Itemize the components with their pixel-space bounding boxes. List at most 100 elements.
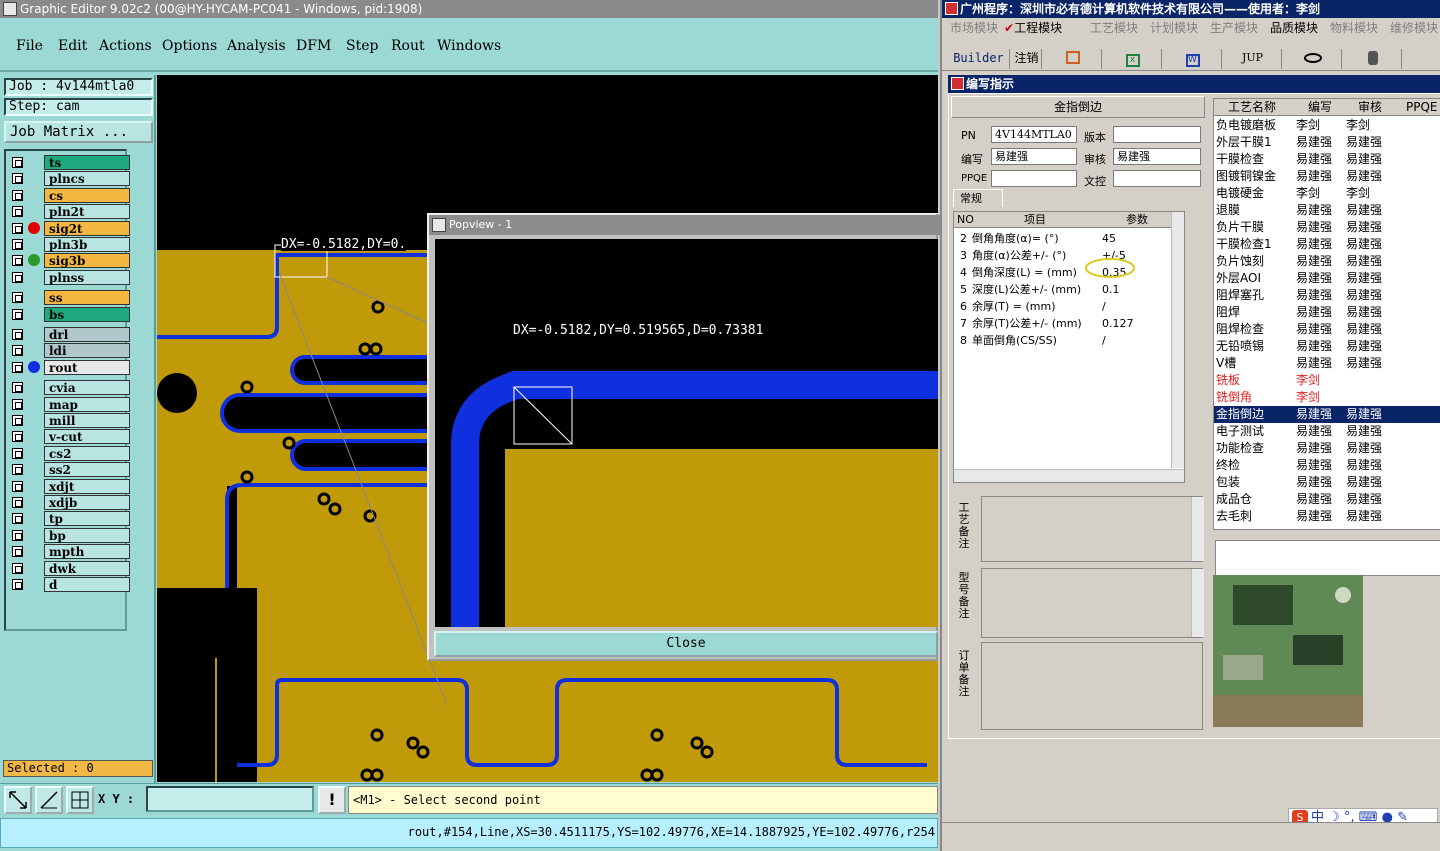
layer-checkbox[interactable] <box>12 562 23 574</box>
layer-name[interactable]: mpth <box>44 544 130 560</box>
layer-row-bs[interactable]: bs <box>10 306 130 322</box>
layer-row-plncs[interactable]: plncs <box>10 171 130 187</box>
layer-name[interactable]: dwk <box>44 560 130 576</box>
layer-checkbox[interactable] <box>12 464 23 476</box>
layer-row-xdjt[interactable]: xdjt <box>10 478 130 494</box>
excel-icon[interactable]: x <box>1104 49 1162 69</box>
ppt-icon[interactable] <box>1044 49 1102 69</box>
layer-checkbox[interactable] <box>12 271 23 283</box>
layer-name[interactable]: cs2 <box>44 445 130 461</box>
process-row[interactable]: 成品仓 易建强 易建强 <box>1214 491 1440 508</box>
layer-checkbox[interactable] <box>12 447 23 459</box>
zoom-fit-icon[interactable] <box>4 786 32 814</box>
menu-edit[interactable]: Edit <box>58 38 87 54</box>
layer-row-sig2t[interactable]: sig2t <box>10 220 130 236</box>
layer-checkbox[interactable] <box>12 292 23 304</box>
logout-button[interactable]: 注销 <box>1012 49 1042 69</box>
layer-row-rout[interactable]: rout <box>10 359 130 375</box>
menu-step[interactable]: Step <box>346 38 378 54</box>
layer-name[interactable]: xdjt <box>44 478 130 494</box>
layer-row-v-cut[interactable]: v-cut <box>10 429 130 445</box>
layer-name[interactable]: bp <box>44 527 130 543</box>
version-field[interactable] <box>1113 126 1201 143</box>
job-matrix-button[interactable]: Job Matrix ... <box>4 121 153 143</box>
process-row[interactable]: 铣倒角 李剑 <box>1214 389 1440 406</box>
process-row[interactable]: V槽 易建强 易建强 <box>1214 355 1440 372</box>
layer-name[interactable]: plnss <box>44 269 130 285</box>
layer-name[interactable]: ldi <box>44 343 130 359</box>
layer-row-pln3b[interactable]: pln3b <box>10 237 130 252</box>
layer-checkbox[interactable] <box>12 513 23 525</box>
process-row[interactable]: 外层AOI 易建强 易建强 <box>1214 270 1440 287</box>
process-row[interactable]: 负片干膜 易建强 易建强 <box>1214 219 1440 236</box>
layer-name[interactable]: v-cut <box>44 429 130 445</box>
process-row[interactable]: 阻焊检查 易建强 易建强 <box>1214 321 1440 338</box>
process-row[interactable]: 无铅喷锡 易建强 易建强 <box>1214 338 1440 355</box>
process-row[interactable]: 阻焊塞孔 易建强 易建强 <box>1214 287 1440 304</box>
word-icon[interactable]: W <box>1164 49 1222 69</box>
layer-checkbox[interactable] <box>12 345 23 357</box>
param-row[interactable]: 3 角度(α)公差+/- (°) +/-5 <box>954 247 1172 264</box>
menu-file[interactable]: File <box>16 38 43 54</box>
layer-name[interactable]: map <box>44 396 130 412</box>
doc-control-field[interactable] <box>1113 170 1201 187</box>
param-row[interactable]: 8 单面倒角(CS/SS) / <box>954 332 1172 349</box>
process-note-scrollbar[interactable] <box>1191 497 1204 561</box>
layer-row-ldi[interactable]: ldi <box>10 343 130 359</box>
tab-planning[interactable]: 计划模块 <box>1150 19 1198 39</box>
param-scrollbar[interactable] <box>1171 212 1184 468</box>
layer-row-dwk[interactable]: dwk <box>10 560 130 576</box>
eye-icon[interactable] <box>1284 49 1342 69</box>
layer-name[interactable]: plncs <box>44 171 130 187</box>
xy-input[interactable] <box>146 786 314 812</box>
layer-row-map[interactable]: map <box>10 396 130 412</box>
layer-row-bp[interactable]: bp <box>10 527 130 543</box>
process-row[interactable]: 功能检查 易建强 易建强 <box>1214 440 1440 457</box>
layer-row-mill[interactable]: mill <box>10 413 130 428</box>
layer-checkbox[interactable] <box>12 239 23 250</box>
layer-name[interactable]: pln2t <box>44 204 130 220</box>
layer-row-tp[interactable]: tp <box>10 511 130 527</box>
param-h-scrollbar[interactable] <box>954 469 1184 482</box>
layer-name[interactable]: d <box>44 577 130 592</box>
layer-name[interactable]: mill <box>44 413 130 428</box>
layer-checkbox[interactable] <box>12 398 23 410</box>
tab-production[interactable]: 生产模块 <box>1210 19 1258 39</box>
process-row[interactable]: 外层干膜1 易建强 易建强 <box>1214 134 1440 151</box>
layer-row-mpth[interactable]: mpth <box>10 544 130 560</box>
layer-row-ss[interactable]: ss <box>10 290 130 306</box>
alert-icon[interactable]: ! <box>318 786 346 814</box>
ppqe-field[interactable] <box>991 170 1077 187</box>
tab-engineering[interactable]: ✔工程模块 <box>1004 19 1062 39</box>
layer-row-drl[interactable]: drl <box>10 327 130 342</box>
param-row[interactable]: 5 深度(L)公差+/- (mm) 0.1 <box>954 281 1172 298</box>
menu-analysis[interactable]: Analysis <box>227 38 286 54</box>
layer-row-cs2[interactable]: cs2 <box>10 445 130 461</box>
database-icon[interactable] <box>1344 49 1402 69</box>
layer-row-ts[interactable]: ts <box>10 155 130 170</box>
layer-checkbox[interactable] <box>12 480 23 492</box>
layer-name[interactable]: ss <box>44 290 130 306</box>
layer-name[interactable]: sig2t <box>44 220 130 236</box>
process-row[interactable]: 阻焊 易建强 易建强 <box>1214 304 1440 321</box>
toolbar-overflow[interactable] <box>1404 49 1440 69</box>
process-row[interactable]: 金指倒边 易建强 易建强 <box>1214 406 1440 423</box>
layer-row-d[interactable]: d <box>10 577 130 592</box>
layer-checkbox[interactable] <box>12 189 23 201</box>
layer-row-cvia[interactable]: cvia <box>10 380 130 396</box>
layer-checkbox[interactable] <box>12 157 23 168</box>
tab-material[interactable]: 物料模块 <box>1330 19 1378 39</box>
model-note-box[interactable] <box>981 568 1203 638</box>
process-row[interactable]: 干膜检查 易建强 易建强 <box>1214 151 1440 168</box>
tab-quality[interactable]: 品质模块 <box>1270 19 1318 39</box>
layer-checkbox[interactable] <box>12 382 23 394</box>
layer-checkbox[interactable] <box>12 361 23 373</box>
jup-button[interactable]: JUP <box>1224 49 1282 69</box>
layer-name[interactable]: tp <box>44 511 130 527</box>
layer-checkbox[interactable] <box>12 206 23 218</box>
layer-row-plnss[interactable]: plnss <box>10 269 130 285</box>
layer-name[interactable]: xdjb <box>44 495 130 510</box>
process-row[interactable]: 包装 易建强 易建强 <box>1214 474 1440 491</box>
author-field[interactable]: 易建强 <box>991 148 1077 165</box>
menu-actions[interactable]: Actions <box>99 38 152 54</box>
